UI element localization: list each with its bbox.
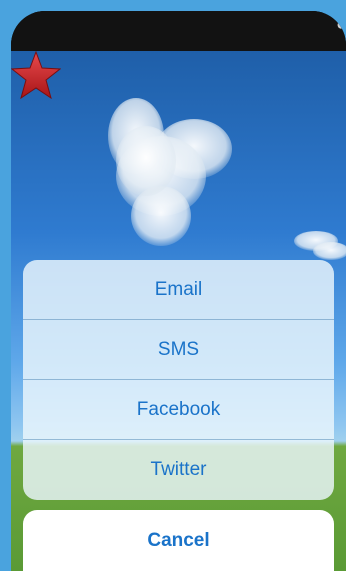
facebook-share-button[interactable]: Facebook bbox=[23, 380, 334, 440]
star-icon[interactable] bbox=[11, 51, 61, 99]
twitter-share-button[interactable]: Twitter bbox=[23, 440, 334, 500]
cancel-button[interactable]: Cancel bbox=[23, 510, 334, 571]
status-glyph-icon: ◐ bbox=[336, 14, 346, 34]
top-bar: ◐ bbox=[11, 11, 346, 51]
phone-screen: ◐ Email SMS Facebook Twitter Cancel bbox=[11, 11, 346, 571]
sms-share-button[interactable]: SMS bbox=[23, 320, 334, 380]
email-share-button[interactable]: Email bbox=[23, 260, 334, 320]
share-action-sheet: Email SMS Facebook Twitter bbox=[23, 260, 334, 500]
